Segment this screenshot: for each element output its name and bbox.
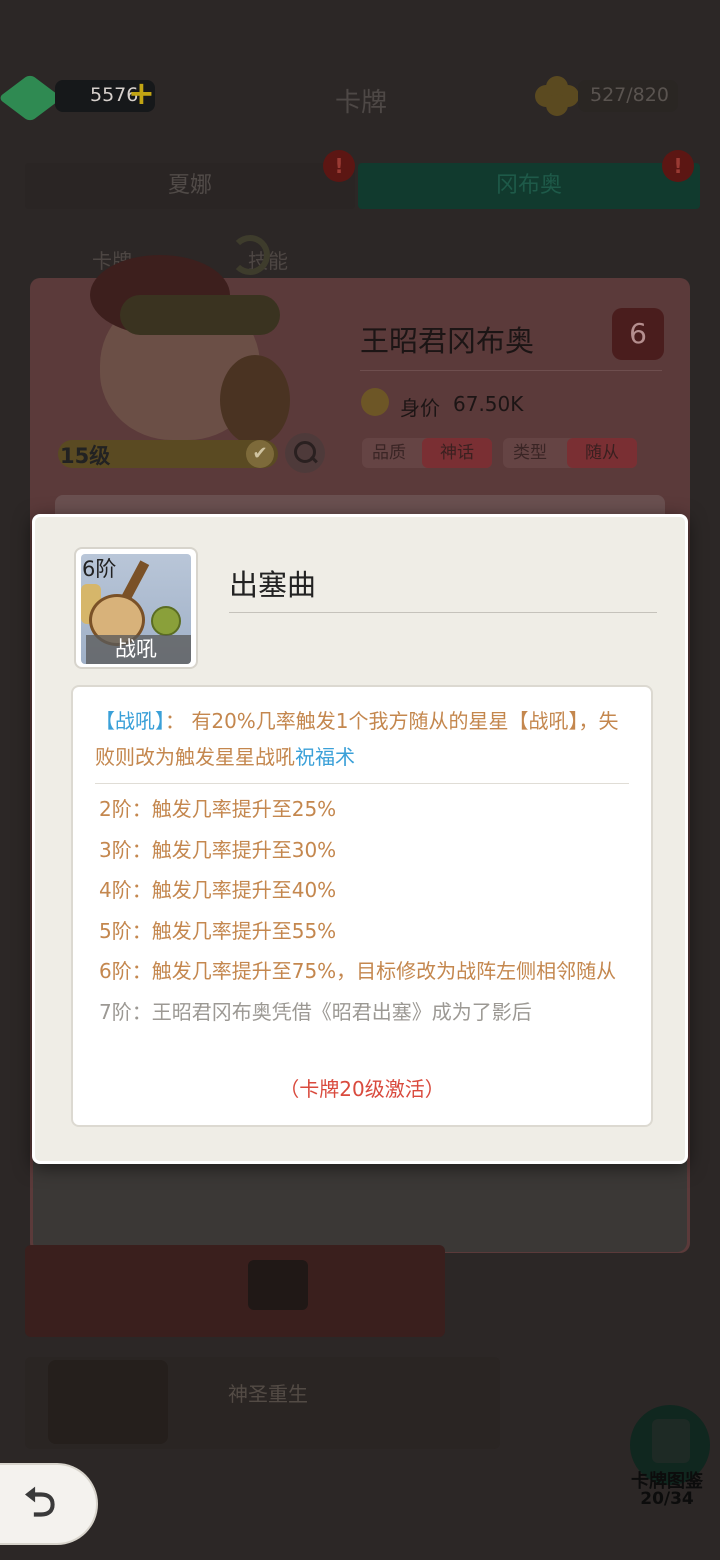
star-level-badge: 6	[612, 308, 664, 360]
card-name: 王昭君冈布奥	[360, 324, 535, 358]
activation-note: （卡牌20级激活）	[279, 1077, 445, 1101]
quality-key: 品质	[372, 443, 406, 463]
tier-upgrade: 5阶：触发几率提升至55%	[99, 918, 337, 943]
tab-gumball-label: 冈布奥	[495, 173, 562, 198]
tab-shana-label: 夏娜	[167, 173, 212, 198]
clover-icon	[535, 76, 579, 116]
skill-description-box: 【战吼】： 有20%几率触发1个我方随从的星星【战吼】，失败则改为触发星星战吼祝…	[71, 685, 653, 1127]
check-icon: ✔	[246, 440, 274, 468]
skill-tier: 6阶	[82, 557, 117, 581]
capacity-text: 527/820	[590, 84, 669, 106]
skill-card-thumbnail	[48, 1360, 168, 1444]
tab-shana[interactable]: 夏娜	[25, 163, 355, 209]
coin-icon	[361, 388, 389, 416]
divider	[360, 370, 662, 371]
skill-type-caption: 战吼	[115, 637, 157, 661]
skill-card[interactable]	[25, 1245, 445, 1337]
page-title: 卡牌	[335, 88, 388, 118]
search-icon[interactable]	[285, 433, 325, 473]
tier-upgrade: 2阶：触发几率提升至25%	[99, 797, 337, 821]
battlecry-keyword[interactable]: 【战吼】	[95, 709, 165, 733]
tier-upgrade-locked: 7阶：王昭君冈布奥凭借《昭君出塞》成为了影后	[99, 999, 532, 1024]
back-arrow-icon: ⮌	[24, 1480, 57, 1526]
card-level: 15级	[60, 444, 111, 468]
worth-value: 67.50K	[453, 392, 524, 416]
book-icon	[652, 1419, 690, 1463]
worth-label: 身价	[400, 396, 440, 420]
skill-card-icon	[248, 1260, 308, 1310]
divider	[229, 612, 657, 613]
blessing-link[interactable]: 祝福术	[295, 745, 355, 769]
back-button[interactable]: ⮌	[0, 1465, 96, 1543]
tab-gumball[interactable]: 冈布奥	[358, 163, 700, 209]
add-gem-button[interactable]: +	[128, 77, 155, 109]
alert-badge: !	[323, 150, 355, 182]
divider	[95, 783, 629, 784]
skill-detail-dialog[interactable]: 6阶 战吼 出塞曲 【战吼】： 有20%几率触发1个我方随从的星星【战吼】，失败…	[32, 514, 688, 1164]
tier-upgrade: 3阶：触发几率提升至30%	[99, 837, 337, 862]
skill-icon: 6阶 战吼	[74, 547, 198, 669]
quality-value: 神话	[422, 438, 492, 468]
card-collection-count: 20/34	[640, 1489, 694, 1509]
skill-description: 【战吼】： 有20%几率触发1个我方随从的星星【战吼】，失败则改为触发星星战吼祝…	[95, 703, 635, 775]
tier-upgrade: 4阶：触发几率提升至40%	[99, 878, 337, 903]
card-panel-footer	[33, 1160, 687, 1252]
alert-badge: !	[662, 150, 694, 182]
card-collection-button[interactable]: 卡牌图鉴 20/34	[622, 1405, 712, 1509]
type-key: 类型	[513, 443, 547, 463]
skill-name: 出塞曲	[229, 568, 317, 602]
tier-upgrade: 6阶：触发几率提升至75%，目标修改为战阵左侧相邻随从	[99, 959, 617, 984]
tier-list: 2阶：触发几率提升至25% 3阶：触发几率提升至30% 4阶：触发几率提升至40…	[99, 793, 629, 1037]
gem-icon	[0, 73, 63, 123]
top-bar: 5576 + 卡牌 527/820	[0, 60, 720, 140]
skill-card-title: 神圣重生	[228, 1382, 308, 1406]
type-value: 随从	[567, 438, 637, 468]
character-portrait	[70, 235, 320, 455]
description-text: ： 有20%几率触发1个我方随从的星星【战吼】，失败则改为触发星星战吼	[95, 709, 619, 769]
type-tag: 类型 随从	[503, 438, 637, 468]
quality-tag: 品质 神话	[362, 438, 492, 468]
